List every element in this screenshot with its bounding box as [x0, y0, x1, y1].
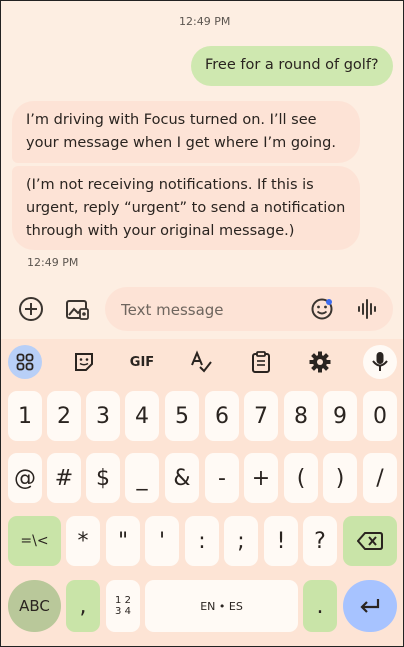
grid-icon	[16, 353, 34, 371]
numpad-key-bottom: 3 4	[115, 606, 131, 617]
key-dollar[interactable]: $	[86, 453, 120, 503]
gear-icon	[309, 351, 331, 373]
keyboard: GIF 1 2 3 4 5 6 7 8 9 0 @ # $ _ & - + ( …	[1, 339, 403, 646]
enter-icon	[360, 599, 380, 613]
apps-button[interactable]	[8, 345, 42, 379]
backspace-icon	[357, 532, 383, 550]
settings-button[interactable]	[303, 345, 337, 379]
timestamp-bottom: 12:49 PM	[27, 256, 79, 269]
abc-key[interactable]: ABC	[8, 580, 61, 632]
key-semicolon[interactable]: ;	[224, 516, 258, 566]
key-underscore[interactable]: _	[125, 453, 159, 503]
key-question[interactable]: ?	[303, 516, 337, 566]
key-7[interactable]: 7	[244, 391, 278, 441]
incoming-message-1[interactable]: I’m driving with Focus turned on. I’ll s…	[12, 101, 360, 163]
key-ampersand[interactable]: &	[165, 453, 199, 503]
emoji-button[interactable]	[306, 293, 338, 325]
add-icon	[19, 297, 43, 321]
key-2[interactable]: 2	[47, 391, 81, 441]
key-open-paren[interactable]: (	[284, 453, 318, 503]
outgoing-message[interactable]: Free for a round of golf?	[191, 46, 393, 86]
voice-input-button[interactable]	[363, 345, 397, 379]
numpad-key-top: 1 2	[115, 595, 131, 606]
sticker-icon	[75, 353, 93, 371]
key-9[interactable]: 9	[323, 391, 357, 441]
comma-key[interactable]: ,	[66, 580, 100, 632]
clipboard-button[interactable]	[244, 345, 278, 379]
backspace-key[interactable]	[343, 516, 397, 566]
key-single-quote[interactable]: '	[145, 516, 179, 566]
emoji-icon	[311, 298, 333, 320]
key-at[interactable]: @	[8, 453, 42, 503]
add-attachment-button[interactable]	[15, 293, 47, 325]
message-input[interactable]	[119, 297, 303, 323]
microphone-icon	[372, 352, 388, 371]
key-1[interactable]: 1	[8, 391, 42, 441]
more-symbols-key[interactable]: =\<	[8, 516, 61, 566]
period-key[interactable]: .	[303, 580, 337, 632]
voice-message-button[interactable]	[351, 293, 383, 325]
phone-screen: 12:49 PM Free for a round of golf? I’m d…	[0, 0, 404, 647]
key-3[interactable]: 3	[86, 391, 120, 441]
key-0[interactable]: 0	[363, 391, 397, 441]
key-slash[interactable]: /	[363, 453, 397, 503]
key-5[interactable]: 5	[165, 391, 199, 441]
timestamp-top: 12:49 PM	[179, 15, 231, 28]
key-exclamation[interactable]: !	[264, 516, 298, 566]
key-8[interactable]: 8	[284, 391, 318, 441]
gallery-icon	[66, 300, 89, 320]
spellcheck-button[interactable]	[184, 345, 218, 379]
key-minus[interactable]: -	[205, 453, 239, 503]
key-hash[interactable]: #	[47, 453, 81, 503]
gif-button[interactable]: GIF	[125, 345, 159, 379]
waveform-icon	[358, 299, 376, 319]
key-double-quote[interactable]: "	[106, 516, 140, 566]
key-close-paren[interactable]: )	[323, 453, 357, 503]
message-input-box[interactable]	[105, 287, 393, 331]
incoming-message-2[interactable]: (I’m not receiving notifications. If thi…	[12, 166, 360, 250]
key-plus[interactable]: +	[244, 453, 278, 503]
key-6[interactable]: 6	[205, 391, 239, 441]
numpad-key[interactable]: 1 2 3 4	[106, 580, 140, 632]
key-asterisk[interactable]: *	[66, 516, 100, 566]
spellcheck-icon	[191, 350, 212, 373]
enter-key[interactable]	[343, 580, 397, 632]
key-colon[interactable]: :	[185, 516, 219, 566]
composer-bar	[1, 287, 403, 335]
key-4[interactable]: 4	[125, 391, 159, 441]
sticker-button[interactable]	[67, 345, 101, 379]
gallery-button[interactable]	[61, 293, 93, 325]
clipboard-icon	[252, 351, 270, 373]
space-key[interactable]: EN • ES	[145, 580, 298, 632]
